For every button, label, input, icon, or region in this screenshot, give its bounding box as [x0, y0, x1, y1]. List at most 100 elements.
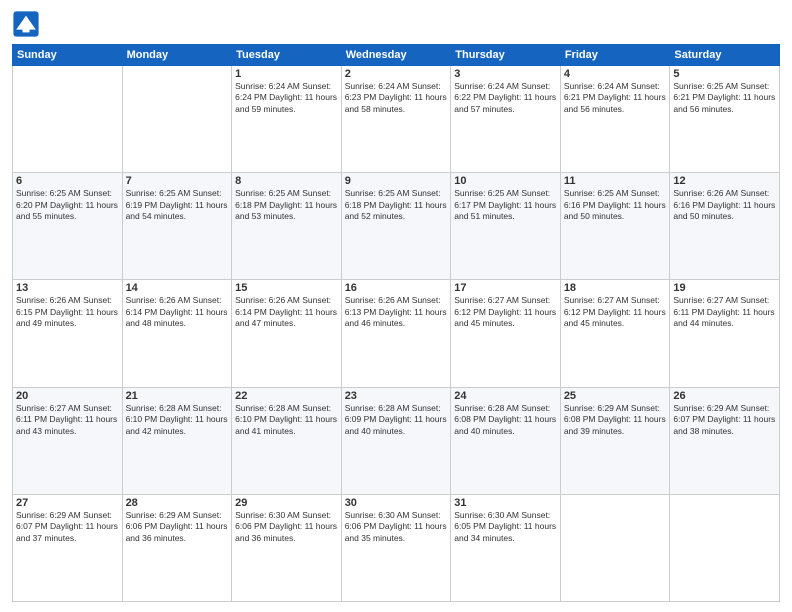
- day-number: 23: [345, 390, 448, 402]
- day-number: 29: [235, 497, 338, 509]
- calendar-cell: [670, 494, 780, 601]
- calendar: SundayMondayTuesdayWednesdayThursdayFrid…: [12, 44, 780, 602]
- calendar-cell: 31Sunrise: 6:30 AM Sunset: 6:05 PM Dayli…: [451, 494, 561, 601]
- day-number: 2: [345, 68, 448, 80]
- calendar-cell: 22Sunrise: 6:28 AM Sunset: 6:10 PM Dayli…: [232, 387, 342, 494]
- day-number: 19: [673, 282, 776, 294]
- page: SundayMondayTuesdayWednesdayThursdayFrid…: [0, 0, 792, 612]
- calendar-cell: 10Sunrise: 6:25 AM Sunset: 6:17 PM Dayli…: [451, 173, 561, 280]
- calendar-cell: 17Sunrise: 6:27 AM Sunset: 6:12 PM Dayli…: [451, 280, 561, 387]
- day-header-friday: Friday: [560, 45, 670, 66]
- day-info: Sunrise: 6:24 AM Sunset: 6:24 PM Dayligh…: [235, 81, 338, 115]
- calendar-body: 1Sunrise: 6:24 AM Sunset: 6:24 PM Daylig…: [13, 66, 780, 602]
- day-number: 4: [564, 68, 667, 80]
- day-info: Sunrise: 6:26 AM Sunset: 6:14 PM Dayligh…: [235, 295, 338, 329]
- day-header-tuesday: Tuesday: [232, 45, 342, 66]
- day-number: 31: [454, 497, 557, 509]
- day-number: 18: [564, 282, 667, 294]
- day-header-saturday: Saturday: [670, 45, 780, 66]
- day-number: 12: [673, 175, 776, 187]
- day-number: 9: [345, 175, 448, 187]
- calendar-cell: 4Sunrise: 6:24 AM Sunset: 6:21 PM Daylig…: [560, 66, 670, 173]
- day-number: 15: [235, 282, 338, 294]
- day-info: Sunrise: 6:30 AM Sunset: 6:06 PM Dayligh…: [235, 510, 338, 544]
- day-info: Sunrise: 6:30 AM Sunset: 6:06 PM Dayligh…: [345, 510, 448, 544]
- calendar-cell: 14Sunrise: 6:26 AM Sunset: 6:14 PM Dayli…: [122, 280, 232, 387]
- calendar-cell: 19Sunrise: 6:27 AM Sunset: 6:11 PM Dayli…: [670, 280, 780, 387]
- day-info: Sunrise: 6:28 AM Sunset: 6:10 PM Dayligh…: [126, 403, 229, 437]
- calendar-cell: 21Sunrise: 6:28 AM Sunset: 6:10 PM Dayli…: [122, 387, 232, 494]
- day-info: Sunrise: 6:27 AM Sunset: 6:11 PM Dayligh…: [673, 295, 776, 329]
- day-info: Sunrise: 6:24 AM Sunset: 6:23 PM Dayligh…: [345, 81, 448, 115]
- day-header-sunday: Sunday: [13, 45, 123, 66]
- day-info: Sunrise: 6:30 AM Sunset: 6:05 PM Dayligh…: [454, 510, 557, 544]
- day-info: Sunrise: 6:25 AM Sunset: 6:19 PM Dayligh…: [126, 188, 229, 222]
- calendar-cell: 26Sunrise: 6:29 AM Sunset: 6:07 PM Dayli…: [670, 387, 780, 494]
- week-row-4: 27Sunrise: 6:29 AM Sunset: 6:07 PM Dayli…: [13, 494, 780, 601]
- calendar-cell: 5Sunrise: 6:25 AM Sunset: 6:21 PM Daylig…: [670, 66, 780, 173]
- day-number: 8: [235, 175, 338, 187]
- day-header-wednesday: Wednesday: [341, 45, 451, 66]
- header: [12, 10, 780, 38]
- day-number: 21: [126, 390, 229, 402]
- day-number: 30: [345, 497, 448, 509]
- calendar-cell: 16Sunrise: 6:26 AM Sunset: 6:13 PM Dayli…: [341, 280, 451, 387]
- day-number: 22: [235, 390, 338, 402]
- day-info: Sunrise: 6:29 AM Sunset: 6:07 PM Dayligh…: [673, 403, 776, 437]
- calendar-cell: 2Sunrise: 6:24 AM Sunset: 6:23 PM Daylig…: [341, 66, 451, 173]
- day-info: Sunrise: 6:25 AM Sunset: 6:16 PM Dayligh…: [564, 188, 667, 222]
- week-row-3: 20Sunrise: 6:27 AM Sunset: 6:11 PM Dayli…: [13, 387, 780, 494]
- day-info: Sunrise: 6:29 AM Sunset: 6:08 PM Dayligh…: [564, 403, 667, 437]
- day-info: Sunrise: 6:28 AM Sunset: 6:08 PM Dayligh…: [454, 403, 557, 437]
- calendar-cell: 25Sunrise: 6:29 AM Sunset: 6:08 PM Dayli…: [560, 387, 670, 494]
- day-info: Sunrise: 6:27 AM Sunset: 6:12 PM Dayligh…: [454, 295, 557, 329]
- day-number: 17: [454, 282, 557, 294]
- day-info: Sunrise: 6:29 AM Sunset: 6:06 PM Dayligh…: [126, 510, 229, 544]
- calendar-cell: 6Sunrise: 6:25 AM Sunset: 6:20 PM Daylig…: [13, 173, 123, 280]
- day-header-thursday: Thursday: [451, 45, 561, 66]
- day-info: Sunrise: 6:25 AM Sunset: 6:18 PM Dayligh…: [345, 188, 448, 222]
- day-number: 24: [454, 390, 557, 402]
- calendar-cell: 18Sunrise: 6:27 AM Sunset: 6:12 PM Dayli…: [560, 280, 670, 387]
- day-number: 11: [564, 175, 667, 187]
- day-number: 3: [454, 68, 557, 80]
- calendar-cell: [13, 66, 123, 173]
- day-number: 25: [564, 390, 667, 402]
- week-row-0: 1Sunrise: 6:24 AM Sunset: 6:24 PM Daylig…: [13, 66, 780, 173]
- calendar-header: SundayMondayTuesdayWednesdayThursdayFrid…: [13, 45, 780, 66]
- day-number: 13: [16, 282, 119, 294]
- day-number: 1: [235, 68, 338, 80]
- header-row: SundayMondayTuesdayWednesdayThursdayFrid…: [13, 45, 780, 66]
- day-number: 5: [673, 68, 776, 80]
- day-header-monday: Monday: [122, 45, 232, 66]
- day-number: 10: [454, 175, 557, 187]
- calendar-cell: 12Sunrise: 6:26 AM Sunset: 6:16 PM Dayli…: [670, 173, 780, 280]
- calendar-cell: 3Sunrise: 6:24 AM Sunset: 6:22 PM Daylig…: [451, 66, 561, 173]
- day-number: 6: [16, 175, 119, 187]
- day-number: 7: [126, 175, 229, 187]
- calendar-cell: 1Sunrise: 6:24 AM Sunset: 6:24 PM Daylig…: [232, 66, 342, 173]
- day-info: Sunrise: 6:25 AM Sunset: 6:20 PM Dayligh…: [16, 188, 119, 222]
- day-number: 28: [126, 497, 229, 509]
- day-info: Sunrise: 6:24 AM Sunset: 6:22 PM Dayligh…: [454, 81, 557, 115]
- calendar-cell: 27Sunrise: 6:29 AM Sunset: 6:07 PM Dayli…: [13, 494, 123, 601]
- day-number: 27: [16, 497, 119, 509]
- day-info: Sunrise: 6:26 AM Sunset: 6:15 PM Dayligh…: [16, 295, 119, 329]
- calendar-cell: 11Sunrise: 6:25 AM Sunset: 6:16 PM Dayli…: [560, 173, 670, 280]
- day-info: Sunrise: 6:24 AM Sunset: 6:21 PM Dayligh…: [564, 81, 667, 115]
- calendar-cell: 7Sunrise: 6:25 AM Sunset: 6:19 PM Daylig…: [122, 173, 232, 280]
- calendar-cell: 29Sunrise: 6:30 AM Sunset: 6:06 PM Dayli…: [232, 494, 342, 601]
- logo: [12, 10, 44, 38]
- day-info: Sunrise: 6:27 AM Sunset: 6:11 PM Dayligh…: [16, 403, 119, 437]
- day-info: Sunrise: 6:26 AM Sunset: 6:13 PM Dayligh…: [345, 295, 448, 329]
- week-row-1: 6Sunrise: 6:25 AM Sunset: 6:20 PM Daylig…: [13, 173, 780, 280]
- day-info: Sunrise: 6:26 AM Sunset: 6:14 PM Dayligh…: [126, 295, 229, 329]
- day-number: 16: [345, 282, 448, 294]
- logo-icon: [12, 10, 40, 38]
- calendar-cell: 24Sunrise: 6:28 AM Sunset: 6:08 PM Dayli…: [451, 387, 561, 494]
- calendar-cell: 20Sunrise: 6:27 AM Sunset: 6:11 PM Dayli…: [13, 387, 123, 494]
- day-info: Sunrise: 6:25 AM Sunset: 6:21 PM Dayligh…: [673, 81, 776, 115]
- day-info: Sunrise: 6:28 AM Sunset: 6:09 PM Dayligh…: [345, 403, 448, 437]
- day-info: Sunrise: 6:25 AM Sunset: 6:18 PM Dayligh…: [235, 188, 338, 222]
- day-info: Sunrise: 6:28 AM Sunset: 6:10 PM Dayligh…: [235, 403, 338, 437]
